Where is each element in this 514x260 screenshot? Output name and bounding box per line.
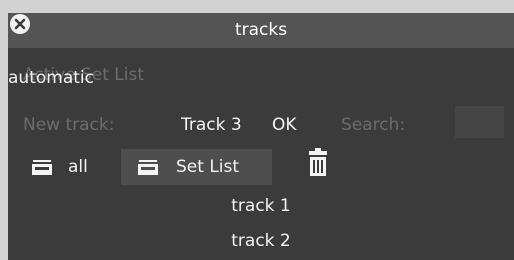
set-list-mode-toggle[interactable]: automatic — [8, 68, 500, 88]
filter-all-label: all — [68, 157, 88, 177]
list-icon — [138, 160, 158, 175]
list-icon — [32, 160, 52, 175]
tracks-window: tracks Active Set List automatic New tra… — [8, 13, 514, 260]
filter-all-button[interactable]: all — [20, 149, 106, 185]
track-list-item[interactable]: track 2 — [8, 231, 514, 251]
trash-icon[interactable] — [309, 148, 327, 176]
new-track-input[interactable] — [178, 111, 275, 139]
track-list-item[interactable]: track 1 — [8, 196, 514, 216]
filter-set-list-label: Set List — [176, 157, 240, 177]
title-bar: tracks — [8, 13, 514, 48]
window-title: tracks — [234, 20, 288, 40]
filter-set-list-button[interactable]: Set List — [121, 149, 272, 185]
search-input[interactable] — [455, 106, 504, 138]
